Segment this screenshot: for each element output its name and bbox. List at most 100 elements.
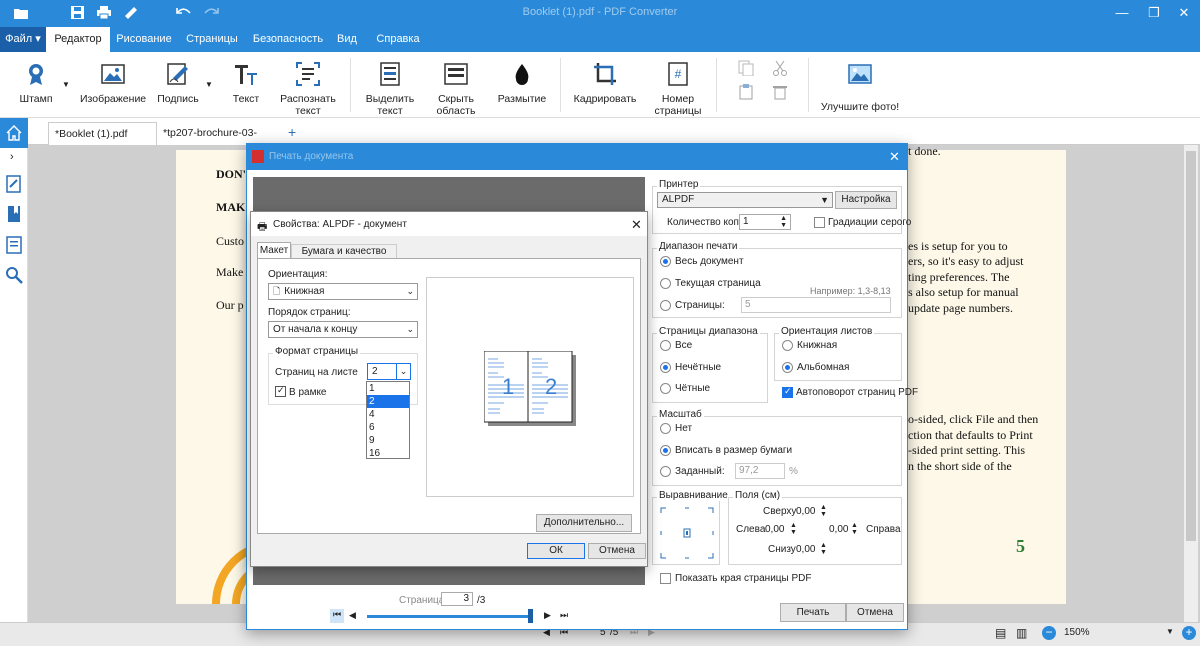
printer-select[interactable]: ALPDF ▼ (657, 192, 833, 208)
zoom-level[interactable]: 150% (1064, 627, 1090, 638)
range-pages-input[interactable]: 5 (741, 297, 891, 313)
double-page-view-icon[interactable]: ▥ (1016, 626, 1027, 640)
print-button[interactable]: Печать (780, 603, 846, 622)
orientation-portrait-radio[interactable] (782, 340, 793, 351)
comments-icon[interactable] (5, 236, 23, 254)
stamp-button[interactable]: Штамп (14, 62, 58, 105)
scale-none-radio[interactable] (660, 423, 671, 434)
redact-button[interactable]: Скрыть область (426, 62, 486, 117)
text-button[interactable]: Текст (224, 62, 268, 105)
print-cancel-button[interactable]: Отмена (846, 603, 904, 622)
margin-left-input[interactable]: 0,00 (765, 524, 784, 535)
properties-cancel-button[interactable]: Отмена (588, 543, 646, 559)
crop-button[interactable]: Кадрировать (572, 62, 638, 105)
first-page-icon[interactable]: ⏮ (330, 609, 344, 623)
zoom-out-icon[interactable]: − (1042, 626, 1056, 640)
pps-option[interactable]: 9 (367, 434, 409, 447)
spinner-icon[interactable]: ▲ ▼ (820, 504, 827, 518)
pages-per-sheet-select[interactable]: 2 ⌄ (367, 363, 411, 380)
home-button[interactable] (0, 118, 28, 148)
highlight-button[interactable]: Выделить текст (360, 62, 420, 117)
orientation-select[interactable]: 🗋 Книжная ⌄ (268, 283, 418, 300)
close-icon[interactable]: ✕ (1170, 4, 1198, 22)
show-edges-checkbox[interactable] (660, 573, 671, 584)
blur-button[interactable]: Размытие (494, 62, 550, 105)
range-current-radio[interactable] (660, 278, 671, 289)
spinner-icon[interactable]: ▲ ▼ (780, 215, 787, 229)
copies-input[interactable]: 1 ▲ ▼ (739, 214, 791, 230)
delete-icon[interactable] (772, 84, 790, 102)
redo-icon[interactable] (202, 5, 220, 23)
subset-odd-radio[interactable] (660, 362, 671, 373)
range-pages-radio[interactable] (660, 300, 671, 311)
pps-option[interactable]: 6 (367, 421, 409, 434)
spinner-icon[interactable]: ▲ ▼ (790, 522, 797, 536)
tab-layout[interactable]: Макет (257, 242, 291, 258)
scrollbar[interactable] (1184, 145, 1198, 632)
minimize-icon[interactable]: — (1108, 4, 1136, 22)
tab-paper-quality[interactable]: Бумага и качество печати (291, 244, 397, 270)
paste-icon[interactable] (738, 84, 756, 102)
print-icon[interactable] (95, 5, 113, 23)
folder-icon[interactable] (12, 5, 30, 23)
close-icon[interactable]: ✕ (889, 149, 900, 165)
subset-all-radio[interactable] (660, 340, 671, 351)
image-button[interactable]: Изображение (80, 62, 146, 105)
margin-top-input[interactable]: 0,00 (796, 506, 815, 517)
pps-option[interactable]: 4 (367, 408, 409, 421)
spinner-icon[interactable]: ▲ ▼ (820, 542, 827, 556)
menu-drawing[interactable]: Рисование (112, 27, 176, 52)
menu-editor[interactable]: Редактор (46, 27, 110, 52)
menu-view[interactable]: Вид (332, 27, 362, 52)
pps-option[interactable]: 16 (367, 447, 409, 460)
alignment-grid[interactable] (660, 507, 714, 559)
grayscale-checkbox[interactable] (814, 217, 825, 228)
expand-icon[interactable]: › (10, 151, 14, 163)
autorotate-checkbox[interactable] (782, 386, 793, 398)
zoom-in-icon[interactable]: + (1182, 626, 1196, 640)
edit-doc-icon[interactable] (5, 175, 23, 193)
close-icon[interactable]: ✕ (631, 217, 642, 233)
advanced-button[interactable]: Дополнительно... (536, 514, 632, 532)
tab-brochure[interactable]: *tp207-brochure-03-459-... ✕ (156, 122, 294, 162)
copy-icon[interactable] (738, 60, 756, 78)
cut-icon[interactable] (772, 60, 790, 78)
border-checkbox[interactable]: ✓ (275, 385, 286, 397)
margin-right-input[interactable]: 0,00 (829, 524, 848, 535)
ocr-button[interactable]: Распознать текст (276, 62, 340, 117)
menu-file[interactable]: Файл ▾ (0, 27, 46, 52)
scale-custom-radio[interactable] (660, 466, 671, 477)
menu-help[interactable]: Справка (370, 27, 426, 52)
search-icon[interactable] (5, 266, 23, 284)
restore-icon[interactable]: ❐ (1140, 4, 1168, 22)
pps-option[interactable]: 1 (367, 382, 409, 395)
preview-slider[interactable] (367, 615, 533, 618)
pps-option-selected[interactable]: 2 (367, 395, 409, 408)
signature-button[interactable]: Подпись (156, 62, 200, 105)
menu-pages[interactable]: Страницы (180, 27, 244, 52)
preview-page-input[interactable]: 3 (441, 592, 473, 606)
single-page-view-icon[interactable]: ▤ (995, 626, 1006, 640)
bookmark-icon[interactable] (5, 205, 23, 223)
add-tab-icon[interactable]: + (288, 124, 296, 140)
page-number-button[interactable]: # Номер страницы (650, 62, 706, 117)
printer-settings-button[interactable]: Настройка (835, 191, 897, 209)
scale-fit-radio[interactable] (660, 445, 671, 456)
scan-icon[interactable] (122, 5, 140, 23)
subset-even-radio[interactable] (660, 383, 671, 394)
prev-page-icon[interactable]: ◀ (349, 610, 356, 621)
save-icon[interactable] (68, 5, 86, 23)
chevron-down-icon[interactable]: ▼ (205, 80, 213, 89)
ok-button[interactable]: ОК (527, 543, 585, 559)
next-page-icon[interactable]: ▶ (544, 610, 551, 621)
spinner-icon[interactable]: ▲ ▼ (851, 522, 858, 536)
orientation-landscape-radio[interactable] (782, 362, 793, 373)
enhance-photo-button[interactable]: Улучшите фото! (820, 62, 900, 113)
preview-slider-thumb[interactable] (528, 609, 533, 623)
page-order-select[interactable]: От начала к концу ⌄ (268, 321, 418, 338)
chevron-down-icon[interactable]: ▼ (1166, 627, 1174, 636)
last-page-icon[interactable]: ⏭ (560, 610, 568, 621)
margin-bottom-input[interactable]: 0,00 (796, 544, 815, 555)
menu-security[interactable]: Безопасность (248, 27, 328, 52)
undo-icon[interactable] (175, 5, 193, 23)
